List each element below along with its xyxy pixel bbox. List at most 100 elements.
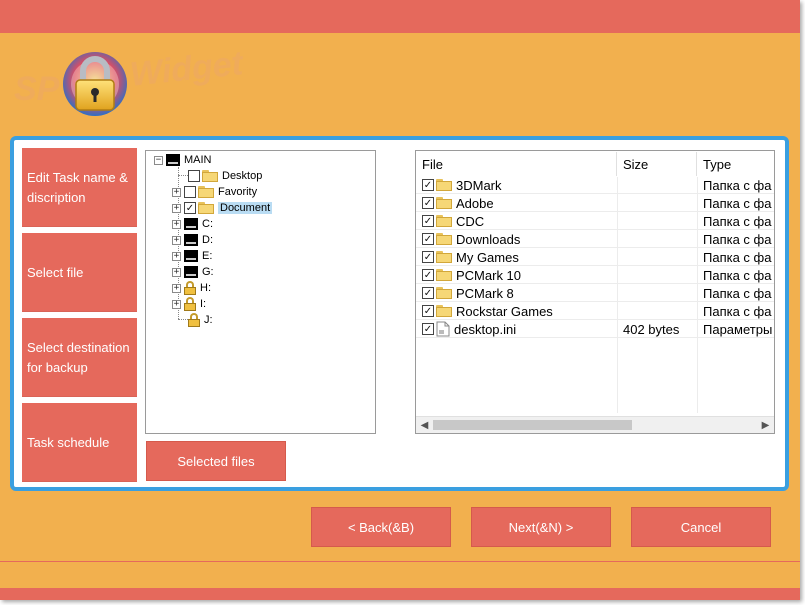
table-row[interactable]: ✓ CDC Папка с фа xyxy=(416,212,774,230)
checkbox-checked[interactable]: ✓ xyxy=(422,287,434,299)
checkbox-checked[interactable]: ✓ xyxy=(422,233,434,245)
scroll-left-icon[interactable]: ◀ xyxy=(416,417,433,433)
step-label: Select file xyxy=(27,264,84,280)
column-header-type[interactable]: Type xyxy=(697,152,774,176)
scroll-right-icon[interactable]: ▶ xyxy=(757,417,774,433)
locked-drive-icon xyxy=(188,313,200,327)
checkbox-checked[interactable]: ✓ xyxy=(422,251,434,263)
tree-item-label: C: xyxy=(202,218,213,230)
drive-icon xyxy=(184,234,198,246)
folder-icon xyxy=(436,305,452,317)
table-row[interactable]: ✓ My Games Папка с фа xyxy=(416,248,774,266)
tree-item-label: Favority xyxy=(218,186,258,198)
horizontal-scrollbar[interactable]: ◀ ▶ xyxy=(416,416,774,433)
tree-drive-c[interactable]: + C: xyxy=(172,216,213,232)
folder-icon xyxy=(198,186,214,198)
expand-icon[interactable]: + xyxy=(172,235,181,245)
drive-icon xyxy=(184,266,198,278)
tree-item-label: Document xyxy=(218,202,273,214)
column-header-file[interactable]: File xyxy=(416,152,617,176)
tree-drive-g[interactable]: + G: xyxy=(172,264,214,280)
locked-drive-icon xyxy=(184,281,196,295)
step-label: Task schedule xyxy=(27,434,110,450)
checkbox-checked[interactable]: ✓ xyxy=(422,215,434,227)
tree-item-label: G: xyxy=(202,266,214,278)
scrollbar-thumb[interactable] xyxy=(433,420,632,430)
title-bar xyxy=(0,0,800,33)
folder-icon xyxy=(436,269,452,281)
tree-root[interactable]: − MAIN xyxy=(154,152,212,168)
step-task-schedule[interactable]: Task schedule xyxy=(22,403,137,482)
folder-tree[interactable]: − MAIN Desktop + Favority + ✓ Document +… xyxy=(145,150,376,434)
checkbox-checked[interactable]: ✓ xyxy=(422,305,434,317)
checkbox-checked[interactable]: ✓ xyxy=(422,197,434,209)
folder-icon xyxy=(436,251,452,263)
folder-icon xyxy=(436,179,452,191)
footer-divider xyxy=(0,561,800,562)
drive-icon xyxy=(184,218,198,230)
step-label: Select destination for backup xyxy=(27,339,130,375)
tree-drive-i[interactable]: + I: xyxy=(172,296,206,312)
folder-icon xyxy=(436,287,452,299)
file-icon xyxy=(436,321,450,337)
app-window: SP Widget Edit Task name & discription S… xyxy=(0,0,800,600)
table-row[interactable]: ✓ Adobe Папка с фа xyxy=(416,194,774,212)
checkbox-unchecked[interactable] xyxy=(184,186,196,198)
table-row[interactable]: ✓ Rockstar Games Папка с фа xyxy=(416,302,774,320)
table-row[interactable]: ✓ Downloads Папка с фа xyxy=(416,230,774,248)
next-button[interactable]: Next(&N) > xyxy=(471,507,611,547)
file-list[interactable]: File Size Type ✓ 3DMark Папка с фа ✓ Adobe… xyxy=(415,150,775,434)
table-row[interactable]: ✓ desktop.ini 402 bytes Параметры xyxy=(416,320,774,338)
expand-icon[interactable]: + xyxy=(172,267,181,277)
expand-icon[interactable]: + xyxy=(172,203,181,213)
drive-icon xyxy=(184,250,198,262)
footer-bar xyxy=(0,588,800,600)
expand-icon[interactable]: + xyxy=(172,187,181,197)
expand-icon[interactable]: + xyxy=(172,219,181,229)
tree-item-label: Desktop xyxy=(222,170,263,182)
table-row[interactable]: ✓ 3DMark Папка с фа xyxy=(416,176,774,194)
folder-icon xyxy=(436,197,452,209)
step-select-file[interactable]: Select file xyxy=(22,233,137,312)
folder-icon xyxy=(198,202,214,214)
tree-item-label: E: xyxy=(202,250,213,262)
computer-drive-icon xyxy=(166,154,180,166)
tree-item-favority[interactable]: + Favority xyxy=(172,184,257,200)
checkbox-checked[interactable]: ✓ xyxy=(422,269,434,281)
expand-icon[interactable]: + xyxy=(172,251,181,261)
column-header-size[interactable]: Size xyxy=(617,152,697,176)
checkbox-unchecked[interactable] xyxy=(188,170,200,182)
tree-drive-h[interactable]: + H: xyxy=(172,280,211,296)
selected-files-button[interactable]: Selected files xyxy=(146,441,286,481)
table-row[interactable]: ✓ PCMark 8 Папка с фа xyxy=(416,284,774,302)
expand-icon[interactable]: + xyxy=(172,283,181,293)
tree-drive-d[interactable]: + D: xyxy=(172,232,213,248)
cancel-button[interactable]: Cancel xyxy=(631,507,771,547)
tree-item-document[interactable]: + ✓ Document xyxy=(172,200,273,216)
step-label: Edit Task name & discription xyxy=(27,169,128,205)
tree-item-label: D: xyxy=(202,234,213,246)
tree-item-label: J: xyxy=(204,314,213,326)
back-button[interactable]: < Back(&B) xyxy=(311,507,451,547)
tree-drive-e[interactable]: + E: xyxy=(172,248,212,264)
step-edit-task-name[interactable]: Edit Task name & discription xyxy=(22,148,137,227)
tree-item-desktop[interactable]: Desktop xyxy=(188,168,262,184)
padlock-logo-icon xyxy=(63,52,127,116)
logo-text-right: Widget xyxy=(128,44,245,94)
checkbox-checked[interactable]: ✓ xyxy=(422,179,434,191)
folder-icon xyxy=(202,170,218,182)
logo-text-left: SP xyxy=(14,70,60,108)
tree-drive-j[interactable]: J: xyxy=(188,312,213,328)
table-row[interactable]: ✓ PCMark 10 Папка с фа xyxy=(416,266,774,284)
expand-icon[interactable]: + xyxy=(172,299,181,309)
tree-item-label: I: xyxy=(200,298,207,310)
checkbox-checked[interactable]: ✓ xyxy=(184,202,196,214)
folder-icon xyxy=(436,215,452,227)
folder-icon xyxy=(436,233,452,245)
tree-root-label: MAIN xyxy=(184,154,212,166)
collapse-icon[interactable]: − xyxy=(154,155,163,165)
checkbox-checked[interactable]: ✓ xyxy=(422,323,434,335)
locked-drive-icon xyxy=(184,297,196,311)
step-select-destination[interactable]: Select destination for backup xyxy=(22,318,137,397)
app-logo: SP Widget xyxy=(14,42,274,122)
